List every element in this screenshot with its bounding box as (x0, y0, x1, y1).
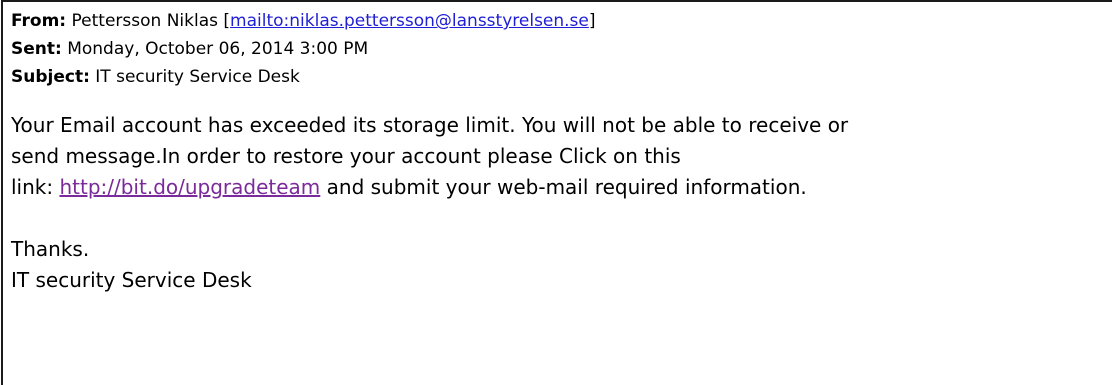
subject-line: Subject: IT security Service Desk (11, 63, 596, 91)
message-paragraph: Your Email account has exceeded its stor… (11, 110, 848, 203)
email-header-block: From: Pettersson Niklas [mailto:niklas.p… (11, 7, 596, 91)
sent-label: Sent: (11, 39, 62, 59)
body-line-1: Your Email account has exceeded its stor… (11, 113, 849, 137)
link-prefix: link: (11, 175, 54, 199)
body-line-3: link: http://bit.do/upgradeteam and subm… (11, 172, 848, 203)
from-bracket-close: ] (588, 11, 596, 31)
link-suffix: and submit your web-mail required inform… (326, 175, 807, 199)
closing-text: Thanks. (11, 237, 90, 261)
subject-label: Subject: (11, 67, 90, 87)
from-label: From: (11, 11, 67, 31)
from-line: From: Pettersson Niklas [mailto:niklas.p… (11, 7, 596, 35)
sent-line: Sent: Monday, October 06, 2014 3:00 PM (11, 35, 596, 63)
closing-paragraph: Thanks. IT security Service Desk (11, 234, 848, 296)
email-body: Your Email account has exceeded its stor… (11, 110, 848, 296)
from-name: Pettersson Niklas (71, 11, 218, 31)
sent-value: Monday, October 06, 2014 3:00 PM (67, 39, 369, 59)
signature-text: IT security Service Desk (11, 268, 252, 292)
upgrade-link[interactable]: http://bit.do/upgradeteam (59, 175, 320, 199)
body-line-2: send message.In order to restore your ac… (11, 144, 681, 168)
subject-value: IT security Service Desk (95, 67, 300, 87)
sender-mailto-link[interactable]: mailto:niklas.pettersson@lansstyrelsen.s… (230, 11, 589, 31)
